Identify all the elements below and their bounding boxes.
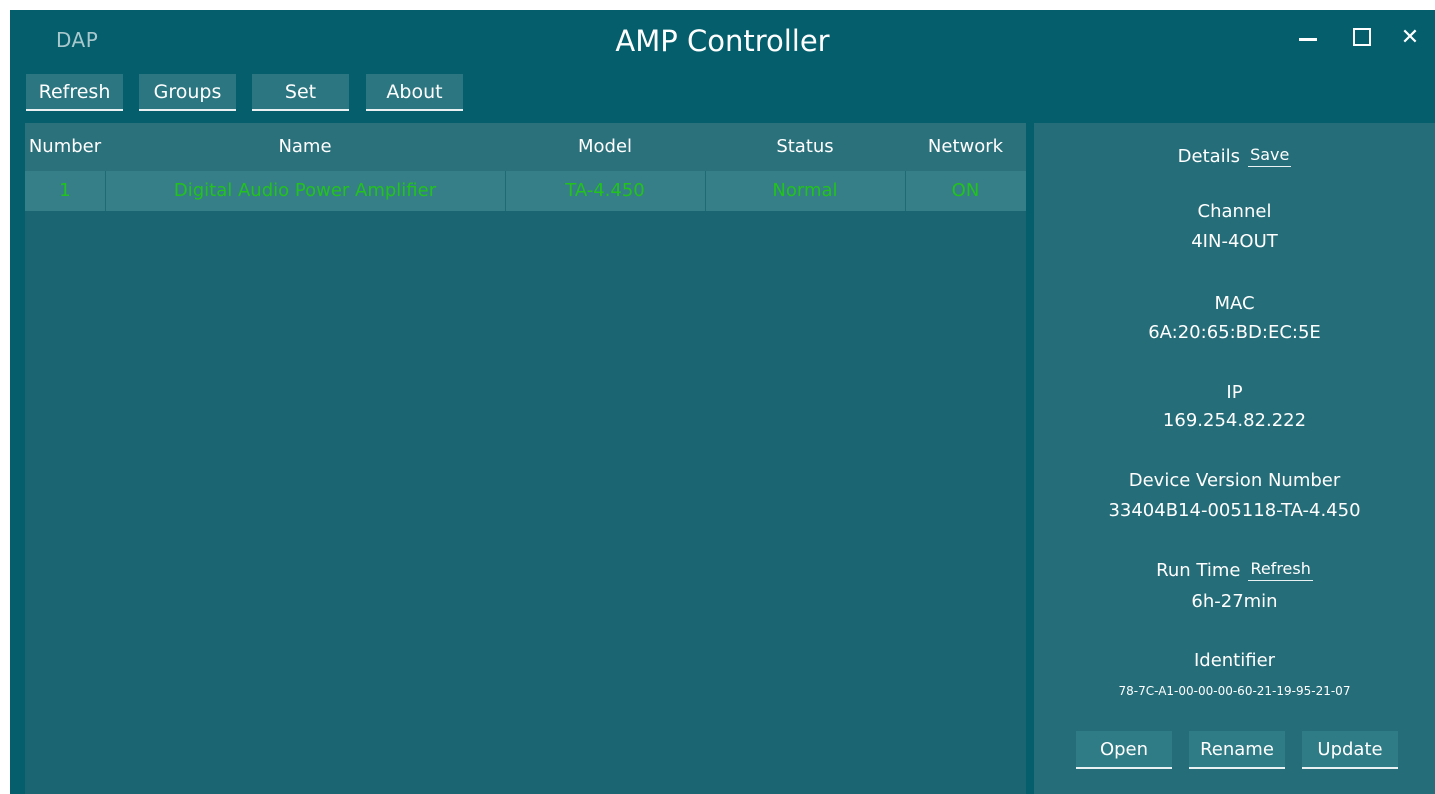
save-link[interactable]: Save (1248, 145, 1292, 167)
channel-value: 4IN-4OUT (1191, 231, 1278, 252)
ip-label: IP (1226, 382, 1243, 403)
rename-button[interactable]: Rename (1189, 731, 1285, 769)
groups-button[interactable]: Groups (139, 74, 236, 111)
cell-number: 1 (59, 180, 71, 201)
details-panel: Details Save Channel 4IN-4OUT MAC 6A:20:… (1034, 123, 1435, 794)
update-button[interactable]: Update (1302, 731, 1398, 769)
cell-status: Normal (772, 180, 838, 201)
version-label: Device Version Number (1128, 470, 1341, 491)
header-number[interactable]: Number (25, 123, 105, 171)
runtime-header: Run Time Refresh (1034, 559, 1435, 581)
header-name[interactable]: Name (105, 123, 505, 171)
runtime-value: 6h-27min (1191, 591, 1278, 612)
window-title: AMP Controller (615, 24, 830, 58)
app-window: DAP AMP Controller ✕ Refresh Groups Set … (10, 10, 1435, 794)
header-model[interactable]: Model (505, 123, 705, 171)
set-button[interactable]: Set (252, 74, 349, 111)
maximize-icon[interactable] (1347, 22, 1377, 52)
table-header: Number Name Model Status Network (25, 123, 1026, 171)
channel-label: Channel (1197, 201, 1272, 222)
refresh-button[interactable]: Refresh (26, 74, 123, 111)
identifier-value: 78-7C-A1-00-00-00-60-21-19-95-21-07 (1118, 684, 1351, 698)
ip-value: 169.254.82.222 (1162, 410, 1307, 431)
header-status[interactable]: Status (705, 123, 905, 171)
minimize-icon[interactable] (1293, 22, 1323, 52)
cell-model: TA-4.450 (565, 180, 645, 201)
details-title: Details (1177, 145, 1241, 167)
cell-name: Digital Audio Power Amplifier (173, 180, 437, 201)
open-button[interactable]: Open (1076, 731, 1172, 769)
identifier-label: Identifier (1193, 650, 1276, 671)
version-value: 33404B14-005118-TA-4.450 (1108, 500, 1361, 521)
details-header: Details Save (1034, 145, 1435, 167)
runtime-label: Run Time (1156, 559, 1241, 581)
mac-value: 6A:20:65:BD:EC:5E (1148, 322, 1321, 343)
runtime-refresh-link[interactable]: Refresh (1248, 559, 1313, 581)
device-table: Number Name Model Status Network 1 Digit… (25, 123, 1026, 794)
cell-network: ON (951, 180, 980, 201)
table-row[interactable]: 1 Digital Audio Power Amplifier TA-4.450… (25, 171, 1026, 211)
close-icon[interactable]: ✕ (1395, 22, 1425, 52)
mac-label: MAC (1214, 293, 1255, 314)
brand-logo: DAP (56, 28, 99, 52)
header-network[interactable]: Network (905, 123, 1026, 171)
about-button[interactable]: About (366, 74, 463, 111)
